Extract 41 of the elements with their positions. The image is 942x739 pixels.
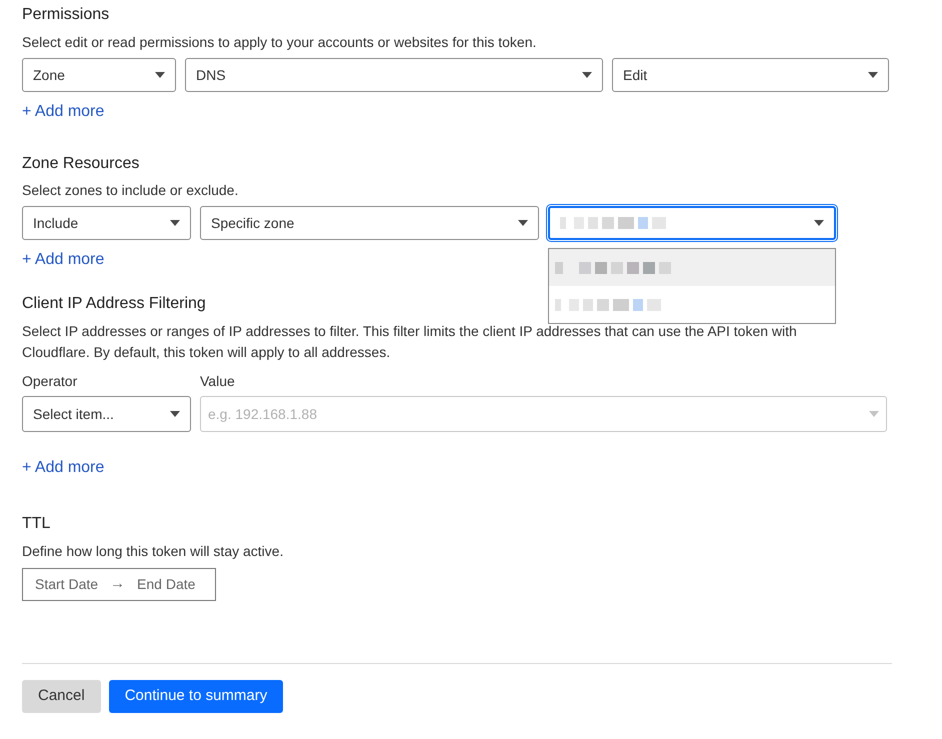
select-value: Specific zone [211,214,294,233]
arrow-icon: → [110,573,126,596]
select-value: Include [33,214,78,232]
add-more-link[interactable]: + Add more [22,103,104,120]
caret-icon [869,411,879,417]
section-title: TTL [22,514,50,534]
date-range-field[interactable]: Start Date → End Date [22,568,216,601]
caret-icon [170,411,180,417]
field-label: Operator [22,372,78,391]
caret-icon [582,72,592,78]
select-value: Edit [623,66,648,84]
section-title: Permissions [22,5,110,25]
select-value: Zone [33,66,65,84]
select-field[interactable]: Zone [22,58,176,92]
section-title: Client IP Address Filtering [22,294,206,314]
select-value: DNS [196,66,226,84]
section-title: Zone Resources [22,154,140,174]
dropdown-option[interactable] [549,249,835,286]
primary-button[interactable]: Continue to summary [108,680,284,713]
field-label: Value [200,372,236,391]
select-field[interactable]: DNS [185,58,603,92]
end-date-placeholder: End Date [137,575,196,594]
select-field[interactable]: Edit [612,58,889,92]
section-description: Select edit or read permissions to apply to your accounts or websites for this token. [22,33,536,52]
select-value: Select item... [33,404,114,424]
section-description: Select IP addresses or ranges of IP addresses to filter. This filter limits the client IP addresses that can use the API token with Cloudflare. By default, this token will apply to all addresses. [22,322,798,362]
operator-select[interactable]: Select item... [22,396,191,432]
caret-icon [170,220,180,226]
caret-icon [155,72,165,78]
select-field[interactable] [548,206,836,240]
add-more-link[interactable]: + Add more [22,459,104,476]
select-field[interactable]: Specific zone [200,206,539,240]
secondary-button[interactable]: Cancel [22,680,101,713]
section-description: Define how long this token will stay active. [22,542,284,561]
caret-icon [518,220,528,226]
add-more-link[interactable]: + Add more [22,251,104,268]
start-date-placeholder: Start Date [35,575,98,594]
caret-icon [868,72,878,78]
caret-icon [814,220,824,226]
select-field[interactable]: Include [22,206,191,240]
section-description: Select zones to include or exclude. [22,181,238,200]
